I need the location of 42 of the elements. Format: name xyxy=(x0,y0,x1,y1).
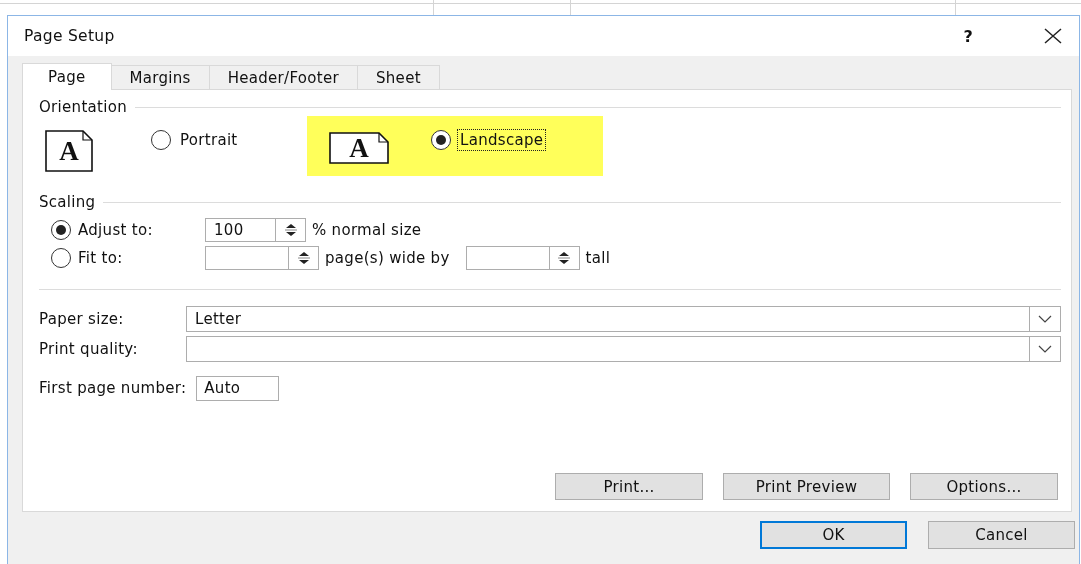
field-label: Paper size: xyxy=(39,310,125,328)
close-icon[interactable] xyxy=(1043,26,1063,46)
help-button[interactable]: ? xyxy=(963,26,973,46)
unit-label: % normal size xyxy=(312,221,422,239)
spin-arrows-icon xyxy=(297,251,310,265)
caret-icon xyxy=(1038,315,1052,323)
group-label: Scaling xyxy=(39,193,96,211)
tab[interactable]: Sheet xyxy=(356,65,440,89)
radio-label[interactable]: Portrait xyxy=(177,129,241,151)
spin-arrows-icon xyxy=(284,223,297,237)
dialog-button[interactable]: Options... xyxy=(910,473,1058,500)
radio-button[interactable] xyxy=(51,220,71,240)
number-field[interactable] xyxy=(465,246,550,270)
radio-button[interactable] xyxy=(151,130,171,150)
dialog-button[interactable]: Print... xyxy=(555,473,703,500)
field-label: Print quality: xyxy=(39,340,139,358)
unit-label: page(s) wide by xyxy=(325,249,450,267)
landscape-page-icon: A xyxy=(329,132,389,164)
radio-label[interactable]: Adjust to: xyxy=(75,219,205,241)
spin-button[interactable] xyxy=(276,218,306,242)
caret-icon xyxy=(1038,345,1052,353)
unit-label: tall xyxy=(585,249,611,267)
tab[interactable]: Margins xyxy=(110,65,210,89)
paper-size-dropdown[interactable]: Letter xyxy=(186,306,1061,332)
window-title: Page Setup xyxy=(24,27,116,45)
spin-button[interactable] xyxy=(289,246,319,270)
tab[interactable]: Page xyxy=(22,63,112,90)
spin-arrows-icon xyxy=(558,251,571,265)
radio-label[interactable]: Landscape xyxy=(457,129,547,151)
radio-label[interactable]: Fit to: xyxy=(75,247,205,269)
group-label: Orientation xyxy=(39,98,127,116)
portrait-page-icon: A xyxy=(45,130,93,172)
field-label: First page number: xyxy=(39,379,187,397)
number-field[interactable]: 100 xyxy=(205,218,276,242)
input-field[interactable]: Auto xyxy=(196,375,280,401)
spin-button[interactable] xyxy=(549,246,580,270)
dialog-button[interactable]: Print Preview xyxy=(723,473,890,500)
number-field[interactable] xyxy=(205,246,289,270)
radio-button[interactable] xyxy=(51,248,71,268)
radio-button[interactable] xyxy=(431,130,451,150)
default-button[interactable]: OK xyxy=(760,521,907,549)
dialog-button[interactable]: Cancel xyxy=(928,521,1075,549)
